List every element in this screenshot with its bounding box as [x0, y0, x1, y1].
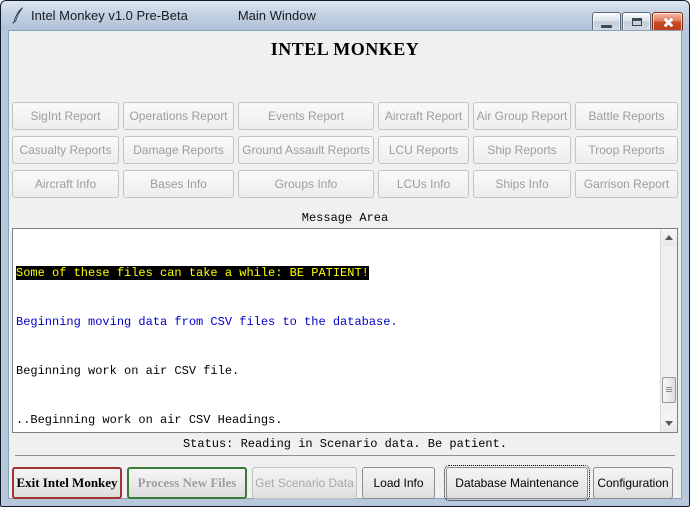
- window-title: Intel Monkey v1.0 Pre-Beta: [31, 8, 188, 23]
- page-title: INTEL MONKEY: [270, 39, 420, 59]
- load-info-button[interactable]: Load Info: [362, 467, 435, 499]
- close-button[interactable]: [652, 12, 683, 32]
- log-line: ..Beginning work on air CSV Headings.: [16, 413, 283, 428]
- lcus-info-button[interactable]: LCUs Info: [378, 170, 469, 198]
- bases-info-button[interactable]: Bases Info: [123, 170, 234, 198]
- operations-report-button[interactable]: Operations Report: [123, 102, 234, 130]
- sigint-report-button[interactable]: SigInt Report: [12, 102, 119, 130]
- window-subtitle: Main Window: [237, 8, 316, 23]
- feather-app-icon: [11, 7, 24, 24]
- status-text: Status: Reading in Scenario data. Be pat…: [182, 437, 508, 451]
- events-report-button[interactable]: Events Report: [238, 102, 374, 130]
- maximize-icon: [631, 18, 642, 26]
- log-line: Beginning moving data from CSV files to …: [16, 315, 398, 330]
- footer-button-bar: Exit Intel Monkey Process New Files Get …: [12, 465, 681, 501]
- window-content: INTEL MONKEY SigInt Report Operations Re…: [8, 30, 682, 501]
- aircraft-report-button[interactable]: Aircraft Report: [378, 102, 469, 130]
- casualty-reports-button[interactable]: Casualty Reports: [12, 136, 119, 164]
- scroll-down-button[interactable]: [661, 415, 677, 432]
- arrow-down-icon: [665, 421, 673, 426]
- scroll-up-button[interactable]: [661, 229, 677, 246]
- minimize-icon: [601, 25, 612, 28]
- vertical-scrollbar[interactable]: [660, 229, 677, 432]
- damage-reports-button[interactable]: Damage Reports: [123, 136, 234, 164]
- maximize-button[interactable]: [622, 12, 651, 32]
- database-maintenance-button[interactable]: Database Maintenance: [444, 465, 590, 501]
- aircraft-info-button[interactable]: Aircraft Info: [12, 170, 119, 198]
- title-bar[interactable]: Intel Monkey v1.0 Pre-Beta Main Window: [1, 1, 689, 30]
- exit-intel-monkey-button[interactable]: Exit Intel Monkey: [12, 467, 122, 499]
- app-window: Intel Monkey v1.0 Pre-Beta Main Window I…: [0, 0, 690, 507]
- garrison-report-button[interactable]: Garrison Report: [575, 170, 678, 198]
- message-area[interactable]: Some of these files can take a while: BE…: [12, 228, 678, 433]
- message-log: Some of these files can take a while: BE…: [13, 229, 677, 432]
- ships-info-button[interactable]: Ships Info: [473, 170, 571, 198]
- divider: [15, 455, 675, 456]
- window-controls: [592, 12, 683, 32]
- ground-assault-reports-button[interactable]: Ground Assault Reports: [238, 136, 374, 164]
- process-new-files-button[interactable]: Process New Files: [127, 467, 247, 499]
- close-icon: [662, 17, 674, 28]
- configuration-button[interactable]: Configuration: [593, 467, 673, 499]
- lcu-reports-button[interactable]: LCU Reports: [378, 136, 469, 164]
- air-group-report-button[interactable]: Air Group Report: [473, 102, 571, 130]
- troop-reports-button[interactable]: Troop Reports: [575, 136, 678, 164]
- arrow-up-icon: [665, 235, 673, 240]
- log-line: Some of these files can take a while: BE…: [16, 265, 369, 280]
- ship-reports-button[interactable]: Ship Reports: [473, 136, 571, 164]
- message-area-label: Message Area: [301, 211, 389, 225]
- groups-info-button[interactable]: Groups Info: [238, 170, 374, 198]
- minimize-button[interactable]: [592, 12, 621, 32]
- log-line: Beginning work on air CSV file.: [16, 364, 240, 379]
- report-button-grid: SigInt Report Operations Report Events R…: [12, 102, 678, 198]
- get-scenario-data-button[interactable]: Get Scenario Data: [252, 467, 357, 499]
- battle-reports-button[interactable]: Battle Reports: [575, 102, 678, 130]
- scrollbar-thumb[interactable]: [662, 377, 676, 403]
